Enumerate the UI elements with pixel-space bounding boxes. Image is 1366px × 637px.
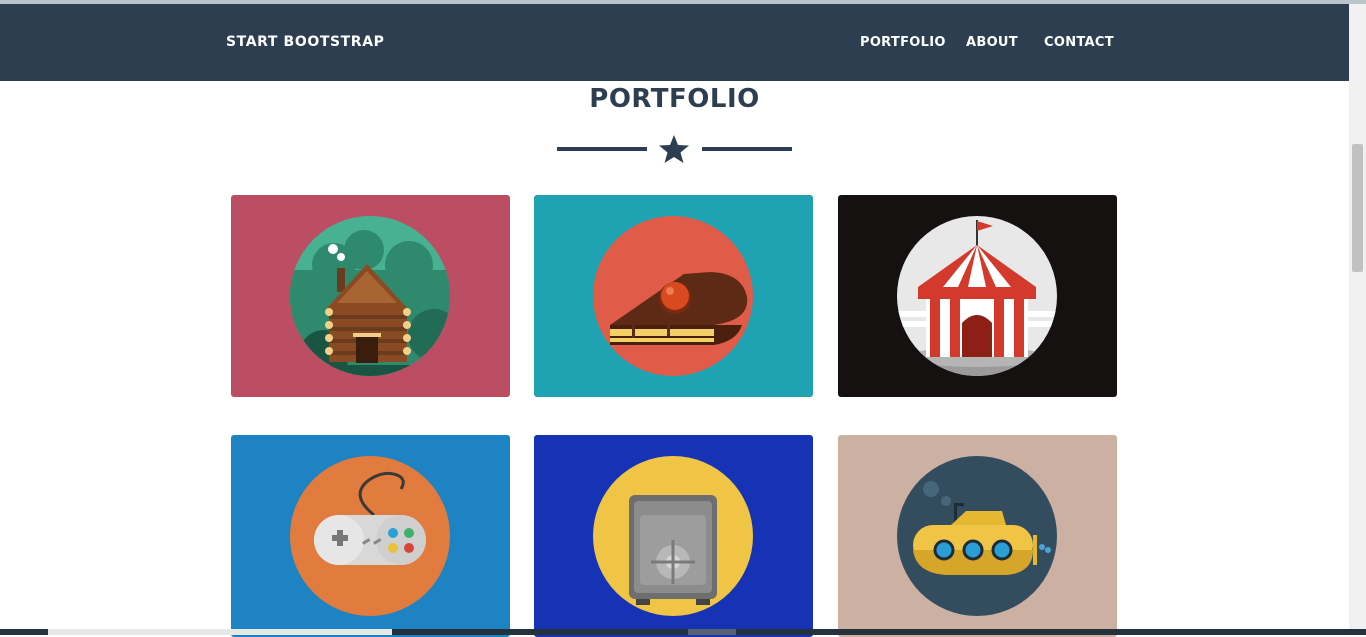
page-scrollbar[interactable] bbox=[1349, 4, 1366, 635]
safe-icon bbox=[593, 456, 753, 616]
nav-link-portfolio[interactable]: Portfolio bbox=[860, 35, 946, 50]
portfolio-item-safe[interactable] bbox=[534, 435, 813, 637]
portfolio-item-cabin[interactable] bbox=[231, 195, 510, 397]
navbar: Start Bootstrap Portfolio About Contact bbox=[0, 4, 1349, 81]
divider-line-left bbox=[557, 147, 647, 151]
taskbar-segment bbox=[48, 629, 392, 635]
star-icon bbox=[659, 135, 689, 163]
submarine-icon bbox=[897, 456, 1057, 616]
circus-tent-icon bbox=[897, 216, 1057, 376]
nav-link-about[interactable]: About bbox=[966, 35, 1018, 50]
scrollbar-thumb[interactable] bbox=[1352, 144, 1363, 272]
taskbar-segment bbox=[688, 629, 736, 635]
portfolio-item-cake[interactable] bbox=[534, 195, 813, 397]
portfolio-item-submarine[interactable] bbox=[838, 435, 1117, 637]
portfolio-item-controller[interactable] bbox=[231, 435, 510, 637]
nav-link-contact[interactable]: Contact bbox=[1044, 35, 1114, 50]
divider-line-right bbox=[702, 147, 792, 151]
cake-icon bbox=[593, 216, 753, 376]
section-title: Portfolio bbox=[589, 84, 760, 114]
cabin-icon bbox=[290, 216, 450, 376]
game-controller-icon bbox=[290, 456, 450, 616]
brand-link[interactable]: Start Bootstrap bbox=[226, 34, 385, 50]
taskbar-strip bbox=[0, 629, 1366, 635]
portfolio-item-circus[interactable] bbox=[838, 195, 1117, 397]
